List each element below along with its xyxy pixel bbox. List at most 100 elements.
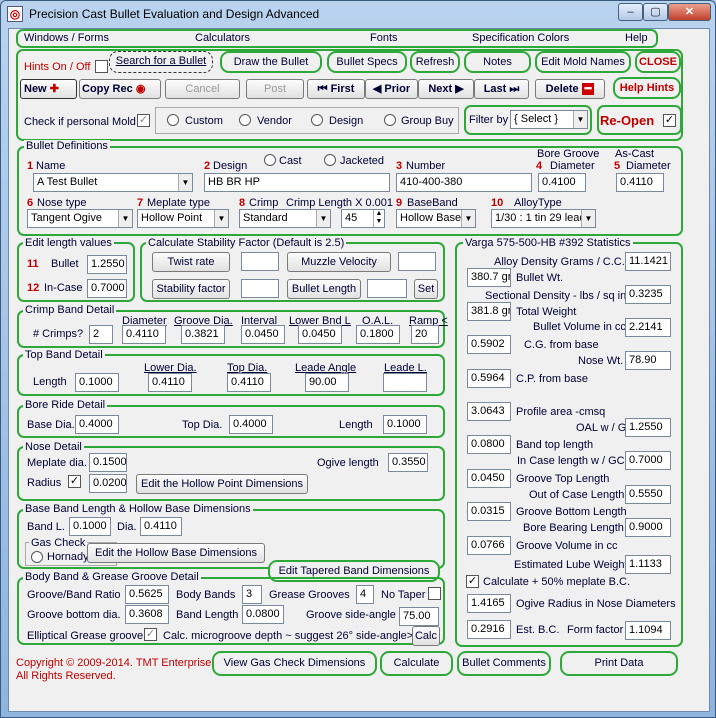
baseband-select[interactable]: Hollow Base ▼ <box>396 209 476 228</box>
design-input[interactable]: HB BR HP <box>204 173 390 192</box>
edit-hollow-point-button[interactable]: Edit the Hollow Point Dimensions <box>136 474 308 494</box>
nose-type-select[interactable]: Tangent Ogive ▼ <box>27 209 133 228</box>
radio-design[interactable] <box>311 114 323 126</box>
menu-help[interactable]: Help <box>625 32 648 44</box>
close-window-button[interactable]: ✕ <box>668 3 711 21</box>
menu-fonts[interactable]: Fonts <box>370 32 398 44</box>
radio-cast[interactable] <box>264 154 276 166</box>
tb-leade-l-input[interactable] <box>383 373 427 392</box>
num-7: 7 <box>137 197 144 209</box>
new-button[interactable]: New ✚ <box>20 79 77 99</box>
grease-grooves-input[interactable]: 4 <box>356 585 374 604</box>
muzzle-velocity-button[interactable]: Muzzle Velocity <box>287 252 391 272</box>
tb-top-dia-input[interactable]: 0.4110 <box>227 373 271 392</box>
hints-toggle[interactable]: Hints On / Off <box>24 61 90 73</box>
radio-vendor[interactable] <box>239 114 251 126</box>
cb-interval-input[interactable]: 0.0450 <box>241 325 285 344</box>
menu-colors[interactable]: Specification Colors <box>472 32 569 44</box>
groove-bottom-dia-input[interactable]: 0.3608 <box>125 605 169 624</box>
muzzle-velocity-input[interactable] <box>398 252 436 271</box>
cb-groove-dia-input[interactable]: 0.3821 <box>181 325 225 344</box>
no-taper-checkbox[interactable] <box>428 587 441 600</box>
cb-oal-input[interactable]: 0.1800 <box>356 325 400 344</box>
maximize-button[interactable]: ▢ <box>643 3 668 21</box>
calc-button[interactable]: Calc <box>412 626 440 646</box>
elliptical-checkbox[interactable]: ✓ <box>144 628 157 641</box>
br-top-dia-input[interactable]: 0.4000 <box>229 415 273 434</box>
incase-input[interactable]: 0.7000 <box>87 279 127 298</box>
menu-calculators[interactable]: Calculators <box>195 32 250 44</box>
crimps-input[interactable]: 2 <box>89 325 113 344</box>
cancel-button[interactable]: Cancel <box>165 79 240 99</box>
ascast-input[interactable]: 0.4110 <box>616 173 664 192</box>
bullet-length-stab-input[interactable] <box>367 279 407 298</box>
ogive-length-input[interactable]: 0.3550 <box>388 453 428 472</box>
personal-mold-checkbox[interactable]: ✓ <box>137 114 150 127</box>
br-base-dia-input[interactable]: 0.4000 <box>75 415 119 434</box>
crimp-length-spinner[interactable]: ▲ ▼ <box>373 210 384 227</box>
radius-input[interactable]: 0.0200 <box>89 474 127 493</box>
twist-rate-input[interactable] <box>241 252 279 271</box>
br-length-input[interactable]: 0.1000 <box>383 415 427 434</box>
cb-lower-bnd-input[interactable]: 0.0450 <box>298 325 342 344</box>
last-button[interactable]: Last ⏭ <box>474 79 529 99</box>
delete-button[interactable]: Delete ━ <box>535 79 605 99</box>
search-bullet-button[interactable]: Search for a Bullet <box>109 51 213 73</box>
nose-type-label: Nose type <box>37 197 87 209</box>
set-button[interactable]: Set <box>414 279 438 299</box>
number-input[interactable]: 410-400-380 <box>396 173 532 192</box>
first-button[interactable]: ⏮ First <box>307 79 365 99</box>
view-gas-check-button[interactable]: View Gas Check Dimensions <box>212 651 377 676</box>
post-button[interactable]: Post <box>246 79 304 99</box>
tb-lower-dia-input[interactable]: 0.4110 <box>148 373 192 392</box>
help-hints-button[interactable]: Help Hints <box>613 77 681 99</box>
notes-button[interactable]: Notes <box>464 51 531 73</box>
new-label: New <box>24 83 47 95</box>
bullet-length-input[interactable]: 1.2550 <box>87 255 127 274</box>
bore-groove-input[interactable]: 0.4100 <box>538 173 586 192</box>
copy-record-button[interactable]: Copy Rec ◉ <box>79 79 161 99</box>
radio-custom[interactable] <box>167 114 179 126</box>
radio-custom-label: Custom <box>185 115 223 127</box>
calculate-button[interactable]: Calculate <box>380 651 453 676</box>
meplate-dia-input[interactable]: 0.1500 <box>89 453 127 472</box>
band-length-input[interactable]: 0.0800 <box>242 605 284 624</box>
hints-checkbox[interactable] <box>95 60 108 73</box>
stability-factor-button[interactable]: Stability factor <box>152 279 230 299</box>
radio-group-buy[interactable] <box>384 114 396 126</box>
gbr-input[interactable]: 0.5625 <box>125 585 169 604</box>
side-angle-input[interactable]: 75.00 <box>399 607 439 626</box>
stability-factor-input[interactable] <box>241 279 279 298</box>
edit-hollow-base-button[interactable]: Edit the Hollow Base Dimensions <box>87 543 265 563</box>
cb-diameter-input[interactable]: 0.4110 <box>122 325 166 344</box>
cb-ramp-input[interactable]: 20 <box>411 325 439 344</box>
minimize-button[interactable]: – <box>618 3 643 21</box>
close-button[interactable]: CLOSE <box>635 51 681 73</box>
refresh-button[interactable]: Refresh <box>410 51 460 73</box>
tb-leade-angle-input[interactable]: 90.00 <box>305 373 349 392</box>
next-button[interactable]: Next ▶ <box>418 79 474 99</box>
menu-windows[interactable]: Windows / Forms <box>24 32 109 44</box>
edit-mold-names-button[interactable]: Edit Mold Names <box>535 51 631 73</box>
band-l-input[interactable]: 0.1000 <box>69 517 111 536</box>
name-select[interactable]: A Test Bullet ▼ <box>33 173 193 192</box>
tb-length-input[interactable]: 0.1000 <box>75 373 119 392</box>
bullet-specs-button[interactable]: Bullet Specs <box>327 51 407 73</box>
alloy-select[interactable]: 1/30 : 1 tin 29 lead ▼ <box>491 209 596 228</box>
reopen-checkbox[interactable]: ✓ <box>663 114 676 127</box>
crimp-select[interactable]: Standard ▼ <box>239 209 331 228</box>
radio-jacketed[interactable] <box>324 154 336 166</box>
meplate-type-select[interactable]: Hollow Point ▼ <box>137 209 229 228</box>
bullet-comments-button[interactable]: Bullet Comments <box>457 651 551 676</box>
dia-input[interactable]: 0.4110 <box>140 517 182 536</box>
filter-select[interactable]: { Select } ▼ <box>510 110 588 129</box>
radio-hornady[interactable] <box>31 551 43 563</box>
body-bands-input[interactable]: 3 <box>242 585 262 604</box>
twist-rate-button[interactable]: Twist rate <box>152 252 230 272</box>
bullet-length-button[interactable]: Bullet Length <box>287 279 361 299</box>
print-data-button[interactable]: Print Data <box>560 651 678 676</box>
draw-bullet-button[interactable]: Draw the Bullet <box>220 51 322 73</box>
calc-meplate-checkbox[interactable]: ✓ <box>466 575 479 588</box>
prior-button[interactable]: ◀ Prior <box>365 79 418 99</box>
radius-checkbox[interactable]: ✓ <box>68 475 81 488</box>
